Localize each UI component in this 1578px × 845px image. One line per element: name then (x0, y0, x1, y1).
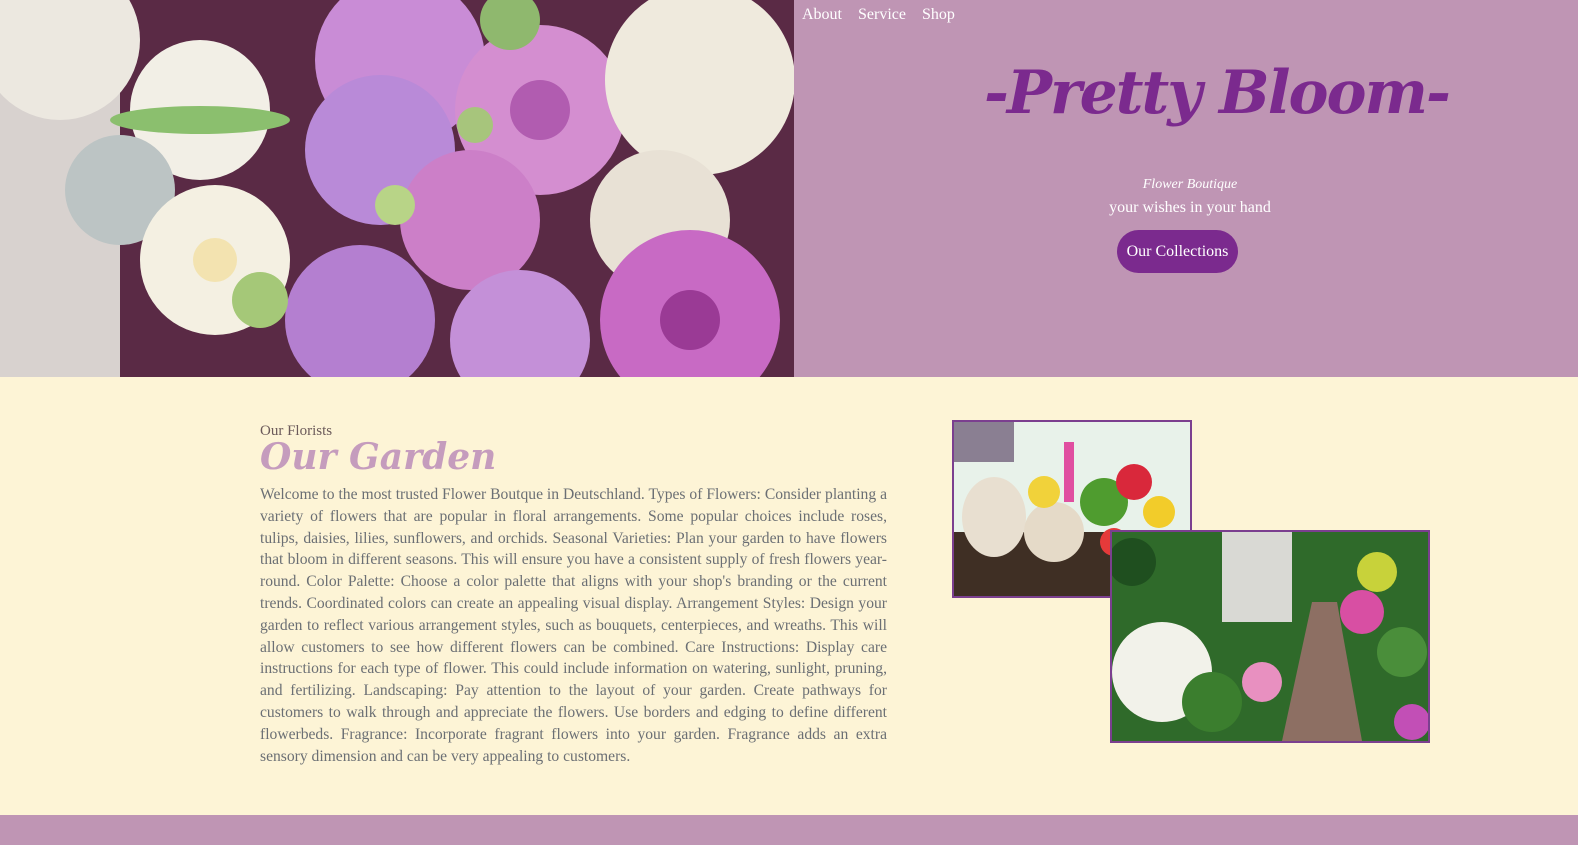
nav-link-shop[interactable]: Shop (922, 6, 955, 24)
footer-band (0, 815, 1578, 845)
brand-logo-title: -Pretty Bloom- (984, 58, 1451, 128)
top-nav: About Service Shop (802, 6, 955, 24)
section-body-text: Welcome to the most trusted Flower Boutq… (260, 486, 887, 765)
garden-section: Our Florists Our Garden Welcome to the m… (260, 423, 887, 767)
nav-link-service[interactable]: Service (858, 6, 906, 24)
hero-tagline: Flower Boutique (1142, 177, 1238, 192)
section-title: Our Garden (260, 436, 497, 478)
hero-subline: your wishes in your hand (1109, 199, 1271, 216)
hero-flower-bouquet-image (0, 0, 794, 377)
our-collections-button[interactable]: Our Collections (1117, 230, 1238, 273)
nav-link-about[interactable]: About (802, 6, 842, 24)
hero-section: About Service Shop -Pretty Bloom- Flower… (0, 0, 1578, 377)
garden-path-image (1110, 530, 1430, 743)
